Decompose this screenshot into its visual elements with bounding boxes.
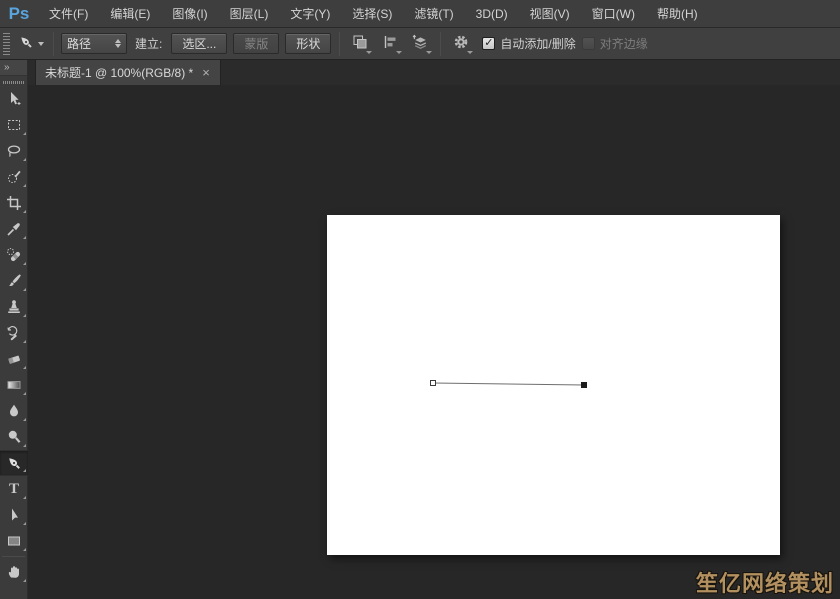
clone-stamp-tool[interactable] xyxy=(0,294,28,320)
separator xyxy=(53,32,54,56)
history-brush-tool[interactable] xyxy=(0,320,28,346)
watermark-text: 笙亿网络策划 xyxy=(696,566,834,598)
lasso-icon xyxy=(6,143,22,159)
menu-edit[interactable]: 编辑(E) xyxy=(99,0,161,28)
path-alignment-button[interactable] xyxy=(377,32,403,56)
menu-window[interactable]: 窗口(W) xyxy=(581,0,646,28)
collapse-panel-button[interactable]: » xyxy=(0,60,27,76)
spot-healing-brush-tool[interactable] xyxy=(0,242,28,268)
pen-icon xyxy=(6,455,23,472)
lasso-tool[interactable] xyxy=(0,138,28,164)
menu-select[interactable]: 选择(S) xyxy=(341,0,403,28)
gradient-tool[interactable] xyxy=(0,372,28,398)
blur-tool[interactable] xyxy=(0,398,28,424)
type-icon: T xyxy=(9,482,19,497)
document-tab-bar: 未标题-1 @ 100%(RGB/8) * × xyxy=(28,60,840,85)
make-label: 建立: xyxy=(135,35,162,52)
chevron-down-icon xyxy=(366,51,372,54)
menu-layer[interactable]: 图层(L) xyxy=(219,0,280,28)
path-segment[interactable] xyxy=(433,383,584,385)
separator xyxy=(440,32,441,56)
chevron-down-icon xyxy=(426,51,432,54)
quick-selection-icon xyxy=(6,169,22,185)
path-arrangement-button[interactable] xyxy=(407,32,433,56)
path-selection-tool[interactable] xyxy=(0,502,28,528)
hand-icon xyxy=(6,564,22,580)
tool-mode-value: 路径 xyxy=(67,35,115,52)
quick-selection-tool[interactable] xyxy=(0,164,28,190)
menu-view[interactable]: 视图(V) xyxy=(519,0,581,28)
pen-options-button[interactable] xyxy=(448,32,474,56)
eraser-icon xyxy=(6,351,22,367)
menu-filter[interactable]: 滤镜(T) xyxy=(403,0,464,28)
document-tab-title: 未标题-1 @ 100%(RGB/8) * xyxy=(45,64,193,81)
align-edges-checkbox xyxy=(582,37,595,50)
marquee-icon xyxy=(6,117,22,133)
eraser-tool[interactable] xyxy=(0,346,28,372)
auto-add-delete-label: 自动添加/删除 xyxy=(500,35,575,52)
chevron-down-icon xyxy=(396,51,402,54)
move-icon xyxy=(6,91,22,107)
eyedropper-icon xyxy=(6,221,22,237)
menu-3d[interactable]: 3D(D) xyxy=(465,0,519,28)
blur-drop-icon xyxy=(6,403,22,419)
gradient-icon xyxy=(6,377,22,393)
tools-panel: » xyxy=(0,60,28,599)
options-bar-grip[interactable] xyxy=(3,33,10,55)
pen-tool[interactable] xyxy=(0,450,28,476)
pen-path xyxy=(327,215,780,555)
make-shape-button[interactable]: 形状 xyxy=(285,33,331,54)
menu-type[interactable]: 文字(Y) xyxy=(279,0,341,28)
stamp-icon xyxy=(6,299,22,315)
selection-arrow-icon xyxy=(6,507,22,523)
rectangular-marquee-tool[interactable] xyxy=(0,112,28,138)
path-anchor-unselected[interactable] xyxy=(431,381,436,386)
brush-icon xyxy=(6,273,22,289)
pen-icon xyxy=(18,34,35,54)
tool-preset-picker[interactable] xyxy=(14,32,48,56)
move-tool[interactable] xyxy=(0,86,28,112)
document-canvas[interactable] xyxy=(327,215,780,555)
type-tool[interactable]: T xyxy=(0,476,28,502)
rectangle-tool[interactable] xyxy=(0,528,28,554)
crop-tool[interactable] xyxy=(0,190,28,216)
brush-tool[interactable] xyxy=(0,268,28,294)
eyedropper-tool[interactable] xyxy=(0,216,28,242)
make-selection-button[interactable]: 选区... xyxy=(171,33,227,54)
tool-mode-dropdown[interactable]: 路径 xyxy=(61,33,127,54)
crop-icon xyxy=(6,195,22,211)
menu-bar: Ps 文件(F) 编辑(E) 图像(I) 图层(L) 文字(Y) 选择(S) 滤… xyxy=(0,0,840,28)
tool-options-bar: 路径 建立: 选区... 蒙版 形状 xyxy=(0,28,840,60)
menu-image[interactable]: 图像(I) xyxy=(161,0,218,28)
chevron-down-icon xyxy=(38,42,44,46)
align-edges-label: 对齐边缘 xyxy=(600,35,648,52)
chevron-down-icon xyxy=(467,51,473,54)
spinner-icon xyxy=(115,39,121,48)
menu-file[interactable]: 文件(F) xyxy=(38,0,99,28)
tools-panel-grip[interactable] xyxy=(3,78,24,86)
auto-add-delete-checkbox[interactable]: ✓ xyxy=(482,37,495,50)
photoshop-logo: Ps xyxy=(0,4,38,24)
path-anchor-selected[interactable] xyxy=(581,382,587,388)
document-tab[interactable]: 未标题-1 @ 100%(RGB/8) * × xyxy=(35,60,221,85)
make-mask-button: 蒙版 xyxy=(233,33,279,54)
close-icon[interactable]: × xyxy=(201,66,211,79)
rectangle-icon xyxy=(6,533,22,549)
healing-brush-icon xyxy=(6,247,22,263)
hand-tool[interactable] xyxy=(0,559,28,585)
dodge-tool[interactable] xyxy=(0,424,28,450)
separator xyxy=(339,32,340,56)
separator xyxy=(2,556,25,557)
path-operations-button[interactable] xyxy=(347,32,373,56)
history-brush-icon xyxy=(6,325,22,341)
menu-help[interactable]: 帮助(H) xyxy=(646,0,709,28)
dodge-icon xyxy=(6,429,22,445)
